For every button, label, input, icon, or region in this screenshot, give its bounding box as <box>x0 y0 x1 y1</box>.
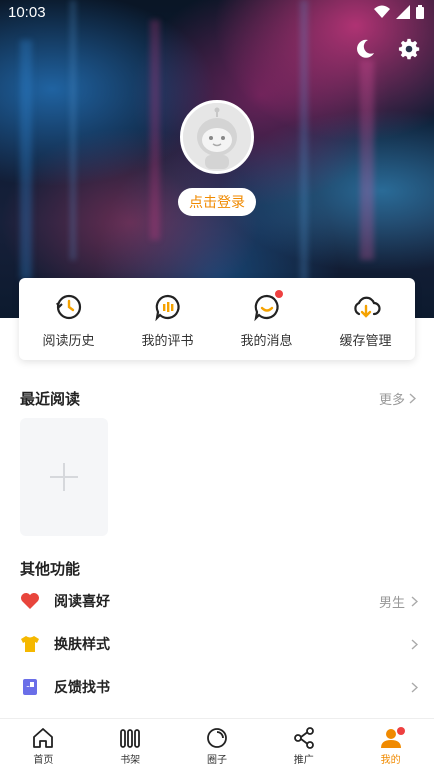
chevron-right-icon <box>411 638 418 650</box>
feedback-find-book-row[interactable]: 反馈找书 <box>20 667 418 707</box>
login-button[interactable]: 点击登录 <box>178 188 256 216</box>
my-reviews-button[interactable]: 我的评书 <box>118 278 217 360</box>
more-label: 更多 <box>378 393 405 408</box>
nav-label: 圈子 <box>206 755 227 766</box>
nav-label: 我的 <box>380 755 401 766</box>
my-messages-button[interactable]: 我的消息 <box>217 278 316 360</box>
chevron-right-icon <box>411 681 418 693</box>
nav-mine[interactable]: 我的 <box>347 719 434 772</box>
settings-button[interactable] <box>396 36 422 62</box>
book-icon <box>20 677 40 697</box>
more-link[interactable]: 更多 <box>379 389 416 408</box>
function-value: 男生 <box>378 595 405 611</box>
message-badge <box>275 290 283 298</box>
nav-label: 书架 <box>120 755 141 766</box>
skin-style-row[interactable]: 换肤样式 <box>20 624 418 664</box>
function-label: 反馈找书 <box>54 680 110 696</box>
quick-action-label: 我的消息 <box>240 334 293 349</box>
tshirt-icon <box>20 634 40 654</box>
quick-action-label: 我的评书 <box>141 334 194 349</box>
gear-icon <box>398 38 420 60</box>
status-icons <box>374 5 424 19</box>
quick-action-label: 阅读历史 <box>42 334 95 349</box>
battery-icon <box>416 5 424 19</box>
nav-bookshelf[interactable]: 书架 <box>87 719 174 772</box>
quick-actions-card: 阅读历史 我的评书 我的消息 缓存管理 <box>19 278 415 360</box>
chevron-right-icon <box>409 393 416 404</box>
nav-promote[interactable]: 推广 <box>260 719 347 772</box>
signal-icon <box>396 5 410 19</box>
nav-home[interactable]: 首页 <box>0 719 87 772</box>
function-label: 换肤样式 <box>54 637 110 653</box>
quick-action-label: 缓存管理 <box>339 334 392 349</box>
moon-icon <box>357 39 374 58</box>
status-time: 10:03 <box>8 4 46 21</box>
heart-icon <box>20 591 40 611</box>
nav-badge <box>397 727 406 735</box>
wifi-icon <box>374 5 390 18</box>
avatar[interactable] <box>180 100 254 174</box>
comment-icon <box>154 294 180 322</box>
night-mode-button[interactable] <box>352 36 378 62</box>
recent-reading-title: 最近阅读 <box>20 390 81 408</box>
nav-label: 推广 <box>293 755 314 766</box>
nav-label: 首页 <box>33 755 54 766</box>
status-bar: 10:03 <box>0 0 434 26</box>
bottom-navigation: 首页 书架 圈子 推广 我的 <box>0 718 434 772</box>
chevron-right-icon <box>411 595 418 607</box>
history-icon <box>55 294 81 320</box>
reading-preference-row[interactable]: 阅读喜好 男生 <box>20 581 418 621</box>
reading-history-button[interactable]: 阅读历史 <box>19 278 118 360</box>
other-functions-title: 其他功能 <box>20 560 81 578</box>
add-book-button[interactable] <box>20 418 108 536</box>
share-icon <box>293 727 314 749</box>
nav-circle[interactable]: 圈子 <box>174 719 261 772</box>
robot-avatar-icon <box>183 103 251 171</box>
home-icon <box>33 728 54 748</box>
circle-icon <box>207 728 227 748</box>
function-label: 阅读喜好 <box>54 594 110 610</box>
cloud-download-icon <box>353 296 381 318</box>
cache-management-button[interactable]: 缓存管理 <box>316 278 415 360</box>
plus-icon <box>50 463 78 491</box>
bookshelf-icon <box>120 729 141 748</box>
